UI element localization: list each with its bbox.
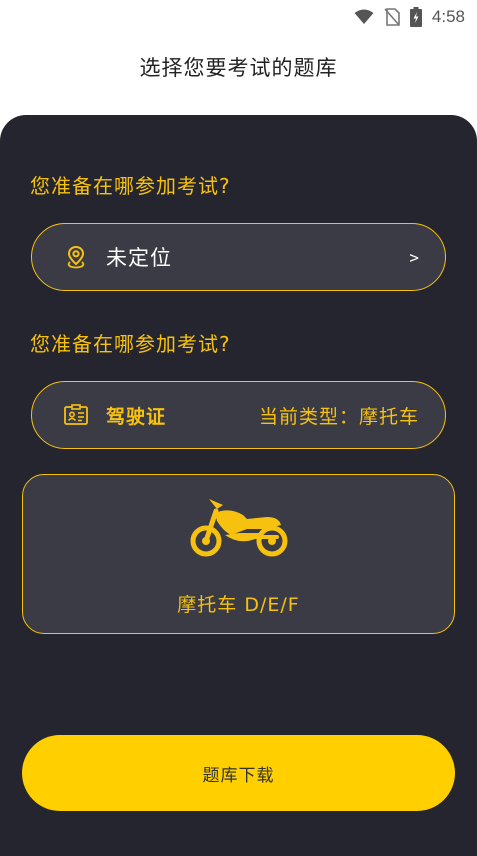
wifi-icon [354, 9, 374, 24]
location-pin-icon [64, 245, 88, 269]
battery-charging-icon [409, 7, 422, 27]
download-question-bank-button[interactable]: 题库下载 [22, 735, 455, 811]
vehicle-label: 摩托车 D/E/F [177, 594, 300, 616]
id-card-icon [64, 403, 88, 427]
license-section-label: 您准备在哪参加考试? [30, 332, 231, 356]
current-type-label: 当前类型：摩托车 [258, 405, 419, 428]
license-type-selector[interactable]: 驾驶证 当前类型：摩托车 [31, 381, 446, 449]
status-bar: 4:58 [0, 0, 477, 34]
status-time: 4:58 [431, 7, 465, 26]
page-title: 选择您要考试的题库 [139, 56, 338, 80]
vehicle-card-motorcycle[interactable]: 摩托车 D/E/F [22, 474, 455, 634]
location-selector[interactable]: 未定位 > [31, 223, 446, 291]
motorcycle-icon [190, 499, 288, 557]
location-value: 未定位 [106, 246, 172, 270]
chevron-right-icon: > [409, 247, 419, 267]
no-sim-icon [384, 8, 400, 26]
license-name: 驾驶证 [106, 405, 167, 428]
location-section-label: 您准备在哪参加考试? [30, 174, 231, 198]
